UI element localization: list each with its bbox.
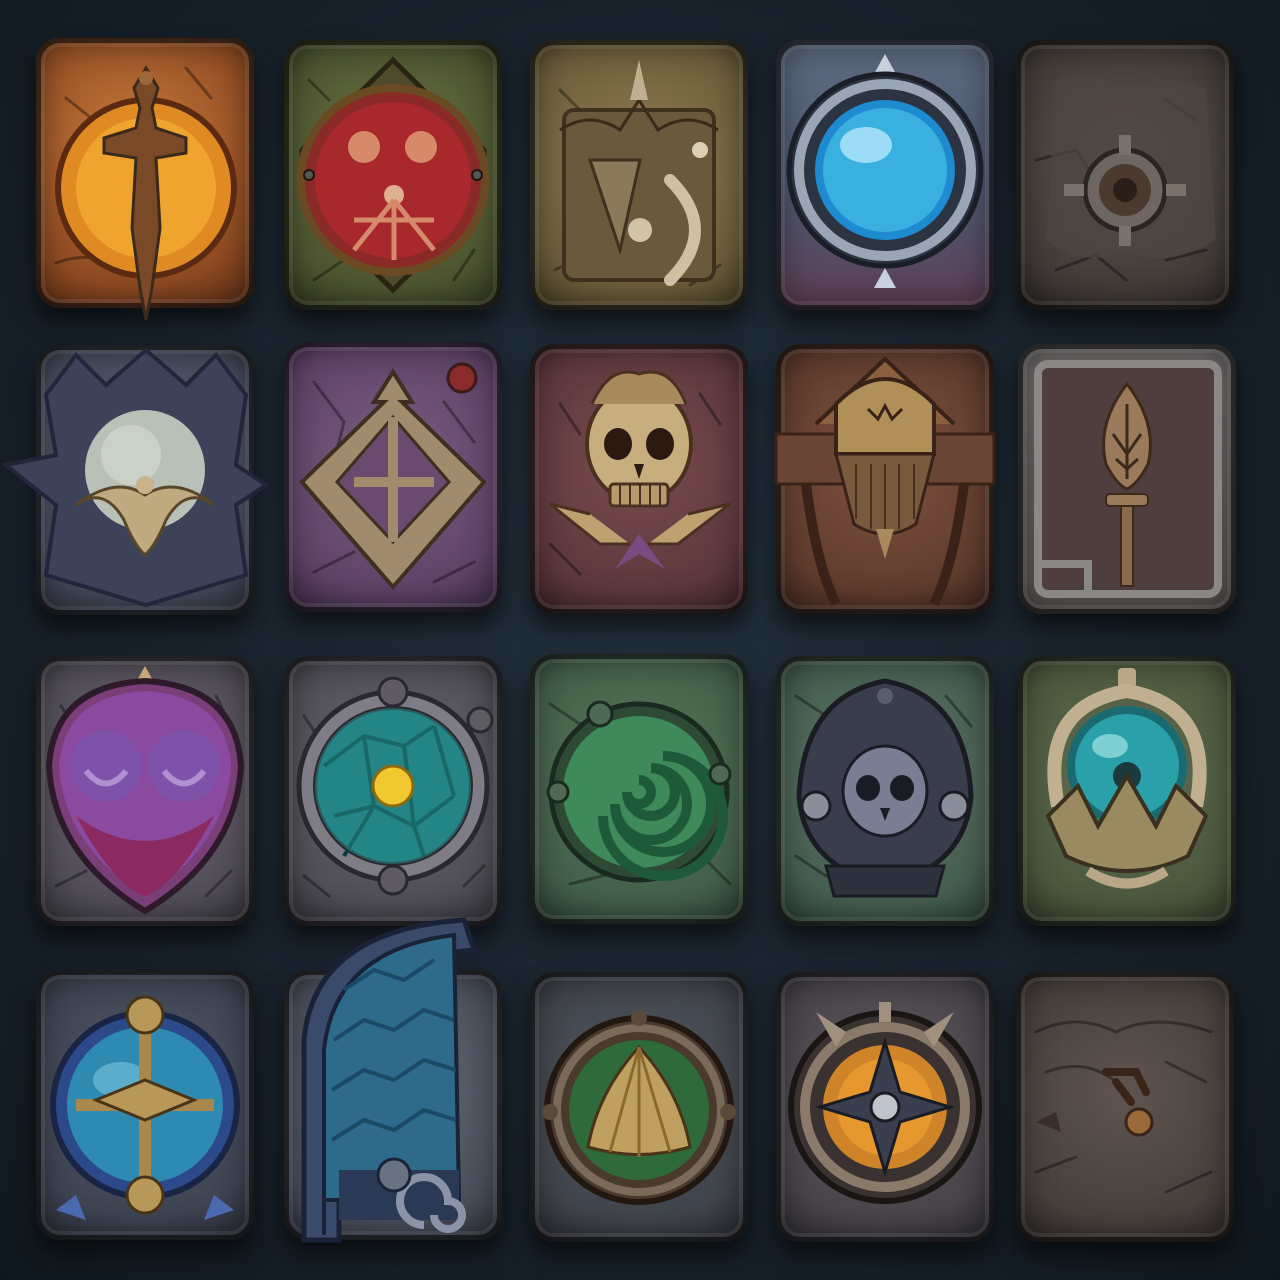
horn-and-blade-banner-icon: [553, 60, 722, 287]
golden-dagger-icon: [54, 65, 237, 321]
tile-golden-crystal-porthole[interactable]: [530, 972, 748, 1242]
tile-carved-spear-panel[interactable]: [1018, 344, 1236, 614]
purple-shield-icon: [45, 666, 245, 915]
engraved-rune-slab-icon: [1034, 1020, 1213, 1194]
tile-golden-dagger[interactable]: [36, 38, 254, 321]
tile-blue-crystal-orb[interactable]: [776, 40, 994, 310]
tile-purple-shield[interactable]: [36, 656, 254, 926]
tile-arched-stone-gate[interactable]: [284, 917, 502, 1243]
tile-amber-star-compass[interactable]: [776, 972, 994, 1242]
crimson-orb-sigil-icon: [297, 56, 489, 294]
tile-engraved-rune-slab[interactable]: [1016, 972, 1234, 1242]
teal-orb-relic-icon: [1045, 668, 1209, 889]
green-spiral-icon: [546, 700, 732, 886]
golden-crystal-porthole-icon: [542, 1010, 736, 1205]
tile-crimson-orb-sigil[interactable]: [284, 40, 502, 310]
tile-horned-helmet-totem[interactable]: [774, 344, 996, 614]
iron-skull-plate-icon: [794, 678, 974, 898]
amber-star-compass-icon: [788, 1002, 982, 1204]
azure-cross-orb-icon: [50, 995, 240, 1220]
stained-glass-porthole-icon: [296, 676, 494, 898]
tile-iron-skull-plate[interactable]: [776, 656, 994, 926]
tile-frost-orb-crest[interactable]: [1, 345, 270, 615]
rune-arrow-icon: [299, 362, 487, 591]
tile-rune-arrow[interactable]: [284, 342, 502, 612]
stone-gear-door-icon: [1034, 76, 1216, 282]
carved-spear-panel-icon: [1034, 360, 1222, 598]
bronze-skull-icon: [548, 370, 731, 576]
tile-bronze-skull[interactable]: [530, 344, 748, 614]
tile-stained-glass-porthole[interactable]: [284, 656, 502, 926]
tile-teal-orb-relic[interactable]: [1018, 656, 1236, 926]
frost-orb-crest-icon: [1, 347, 270, 608]
icon-grid: [0, 0, 1280, 1280]
tile-green-spiral[interactable]: [530, 654, 748, 924]
tile-stone-gear-door[interactable]: [1016, 40, 1234, 310]
blue-crystal-orb-icon: [786, 54, 984, 288]
tile-azure-cross-orb[interactable]: [36, 970, 254, 1240]
arched-stone-gate-icon: [301, 917, 478, 1243]
horned-helmet-totem-icon: [774, 356, 996, 607]
tile-horn-and-blade-banner[interactable]: [530, 40, 748, 310]
